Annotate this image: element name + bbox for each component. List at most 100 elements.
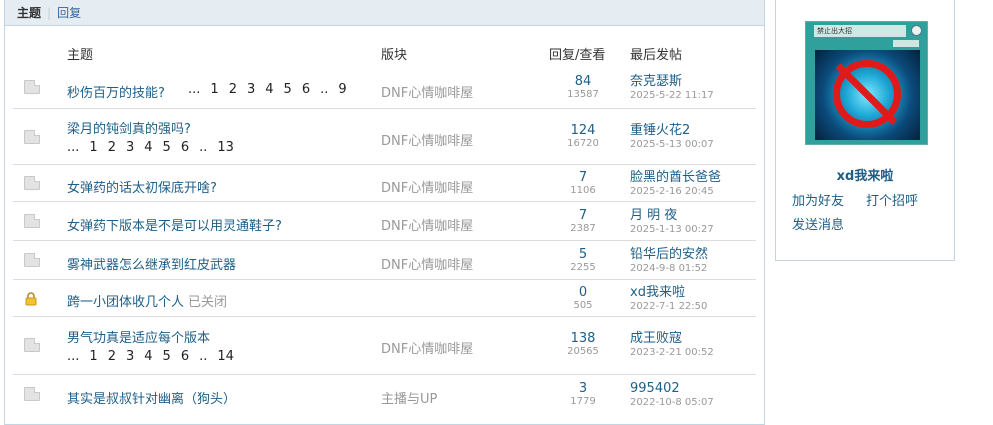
table-row: 女弹药的话太初保底开啥? DNF心情咖啡屋 7 1106 脸黑的酋长爸爸 202…	[13, 165, 756, 202]
thread-title[interactable]: 男气功真是适应每个版本	[67, 327, 210, 346]
last-post-user[interactable]: 995402	[630, 381, 714, 397]
last-post: 995402 2022-10-8 05:07	[630, 381, 714, 409]
document-icon	[24, 214, 40, 228]
last-post-time[interactable]: 2025-1-13 00:27	[630, 224, 714, 236]
page-link[interactable]: ..	[199, 140, 207, 155]
table-row: 其实是叔叔针对幽离（狗头） 主播与UP 3 1779 995402 2022-1…	[13, 375, 756, 415]
avatar-card-name: 禁止出大招	[814, 25, 906, 37]
page-link[interactable]: 2	[108, 140, 116, 155]
table-header: 主题 版块 回复/查看 最后发帖	[5, 44, 764, 64]
forum-link[interactable]: 主播与UP	[381, 388, 437, 407]
last-post: 脸黑的酋长爸爸 2025-2-16 20:45	[630, 170, 721, 198]
username[interactable]: xd我来啦	[776, 165, 954, 184]
tab-topics[interactable]: 主题	[17, 4, 41, 21]
thread-title[interactable]: 女弹药的话太初保底开啥?	[67, 177, 217, 196]
page-links: ... 1 2 3 4 5 6.. 13	[67, 140, 244, 155]
forum-link[interactable]: DNF心情咖啡屋	[381, 254, 473, 273]
header-replies-views: 回复/查看	[549, 48, 606, 63]
tab-bar: 主题 | 回复	[5, 0, 764, 26]
page-link[interactable]: 3	[247, 82, 255, 97]
forum-link[interactable]: DNF心情咖啡屋	[381, 130, 473, 149]
thread-title[interactable]: 其实是叔叔针对幽离（狗头）	[67, 388, 236, 407]
avatar[interactable]: 禁止出大招	[805, 21, 928, 145]
page-link[interactable]: 4	[144, 349, 152, 364]
page-link[interactable]: 1	[210, 82, 218, 97]
last-post-time[interactable]: 2023-2-21 00:52	[630, 347, 714, 359]
page-link[interactable]: 4	[144, 140, 152, 155]
reply-view-count: 3 1779	[551, 381, 615, 408]
last-post-user[interactable]: 成王败寇	[630, 331, 714, 347]
page-link[interactable]: ...	[67, 349, 79, 364]
reply-count[interactable]: 84	[551, 74, 615, 89]
last-post-user[interactable]: 脸黑的酋长爸爸	[630, 170, 721, 186]
page-link[interactable]: 5	[163, 349, 171, 364]
last-post-user[interactable]: 重锤火花2	[630, 123, 714, 139]
thread-title[interactable]: 女弹药下版本是不是可以用灵通鞋子?	[67, 215, 282, 234]
reply-count[interactable]: 138	[551, 331, 615, 346]
thread-title[interactable]: 秒伤百万的技能?	[67, 82, 165, 101]
attribute-icon	[911, 25, 922, 36]
page-link[interactable]: 5	[163, 140, 171, 155]
tab-replies[interactable]: 回复	[57, 4, 81, 21]
send-message-link[interactable]: 发送消息	[792, 214, 844, 233]
page-link[interactable]: ..	[199, 349, 207, 364]
greet-link[interactable]: 打个招呼	[866, 190, 918, 209]
forum-link[interactable]: DNF心情咖啡屋	[381, 215, 473, 234]
forum-link[interactable]: DNF心情咖啡屋	[381, 82, 473, 101]
page-link[interactable]: 3	[126, 349, 134, 364]
thread-rows: 秒伤百万的技能? ... 1 2 3 4 5 6.. 9 DNF心情咖啡屋 84 13587 …	[5, 66, 764, 415]
last-post-user[interactable]: 铅华后的安然	[630, 247, 708, 263]
thread-title[interactable]: 雾神武器怎么继承到红皮武器	[67, 254, 236, 273]
page-link[interactable]: 2	[108, 349, 116, 364]
page-link[interactable]: 1	[89, 349, 97, 364]
page-link[interactable]: 13	[217, 140, 234, 155]
last-post-time[interactable]: 2025-5-22 11:17	[630, 90, 714, 102]
reply-view-count: 0 505	[551, 285, 615, 312]
last-post-time[interactable]: 2025-5-13 00:07	[630, 139, 714, 151]
table-row: 男气功真是适应每个版本 ... 1 2 3 4 5 6.. 14 DNF心情咖啡屋 138 2…	[13, 317, 756, 375]
page-link[interactable]: 4	[265, 82, 273, 97]
reply-count[interactable]: 124	[551, 123, 615, 138]
page-link[interactable]: 14	[217, 349, 234, 364]
reply-count[interactable]: 3	[551, 381, 615, 396]
page-link[interactable]: 3	[126, 140, 134, 155]
reply-view-count: 124 16720	[551, 123, 615, 150]
last-post-user[interactable]: 月 明 夜	[630, 208, 714, 224]
tab-divider: |	[47, 5, 52, 20]
document-icon	[24, 130, 40, 144]
document-icon	[24, 80, 40, 94]
last-post-time[interactable]: 2024-9-8 01:52	[630, 263, 708, 275]
thread-list-panel: 主题 | 回复 主题 版块 回复/查看 最后发帖 秒伤百万的技能? ... 1 2 3…	[4, 0, 765, 425]
page-link[interactable]: 1	[89, 140, 97, 155]
forum-link[interactable]: DNF心情咖啡屋	[381, 338, 473, 357]
reply-count[interactable]: 5	[551, 247, 615, 262]
last-post-time[interactable]: 2022-7-1 22:50	[630, 301, 707, 313]
last-post-user[interactable]: xd我来啦	[630, 285, 707, 301]
page-link[interactable]: 6	[181, 349, 189, 364]
thread-title[interactable]: 梁月的钝剑真的强吗?	[67, 118, 191, 137]
view-count: 13587	[567, 89, 599, 100]
page-link[interactable]: ...	[188, 82, 200, 97]
thread-title-link[interactable]: 跨一小团体收几个人	[67, 295, 184, 310]
card-type-label	[893, 40, 919, 47]
last-post-user[interactable]: 奈克瑟斯	[630, 74, 714, 90]
page-link[interactable]: 5	[284, 82, 292, 97]
table-row: 雾神武器怎么继承到红皮武器 DNF心情咖啡屋 5 2255 铅华后的安然 202…	[13, 241, 756, 280]
lock-icon	[24, 291, 38, 306]
reply-count[interactable]: 7	[551, 208, 615, 223]
page-link[interactable]: 6	[181, 140, 189, 155]
last-post-time[interactable]: 2025-2-16 20:45	[630, 186, 721, 198]
page-link[interactable]: 9	[338, 82, 346, 97]
reply-count[interactable]: 7	[551, 170, 615, 185]
add-friend-link[interactable]: 加为好友	[792, 190, 844, 209]
page-link[interactable]: 6	[302, 82, 310, 97]
document-icon	[24, 338, 40, 352]
page-link[interactable]: ...	[67, 140, 79, 155]
view-count: 20565	[567, 346, 599, 357]
forum-link[interactable]: DNF心情咖啡屋	[381, 177, 473, 196]
closed-label: 已关闭	[188, 295, 228, 310]
last-post-time[interactable]: 2022-10-8 05:07	[630, 397, 714, 409]
reply-count[interactable]: 0	[551, 285, 615, 300]
page-link[interactable]: ..	[320, 82, 328, 97]
page-link[interactable]: 2	[229, 82, 237, 97]
